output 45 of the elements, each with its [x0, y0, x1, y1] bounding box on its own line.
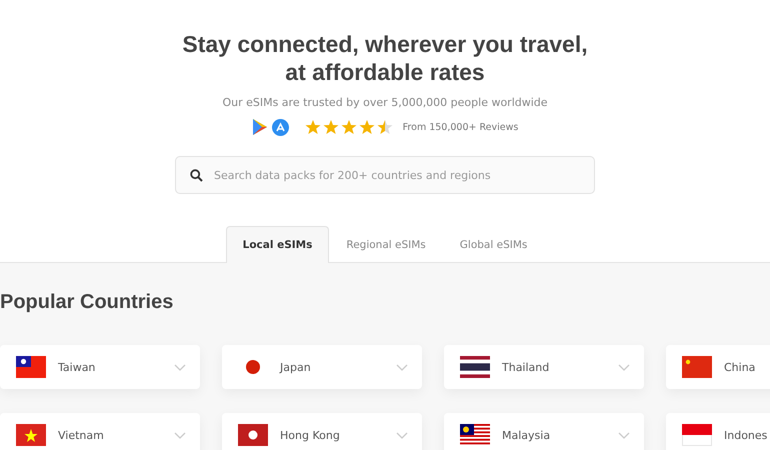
- flag-icon: [460, 424, 490, 446]
- hero-subtitle: Our eSIMs are trusted by over 5,000,000 people worldwide: [222, 96, 548, 109]
- star-icon: [322, 119, 339, 135]
- flag-icon: [460, 356, 490, 378]
- country-name: Indones: [724, 428, 768, 442]
- country-name: Japan: [280, 360, 312, 374]
- reviews-count: From 150,000+ Reviews: [402, 122, 518, 132]
- tab[interactable]: Global eSIMs: [442, 226, 544, 263]
- star-icon: [340, 119, 357, 135]
- hero-title: Stay connected, wherever you travel, at affordable rates: [182, 30, 588, 86]
- country-card[interactable]: Japan: [222, 345, 422, 389]
- country-card[interactable]: China: [666, 345, 770, 389]
- chevron-down-icon: [618, 364, 630, 370]
- flag-icon: [16, 356, 46, 378]
- flag-icon: [682, 356, 712, 378]
- flag-icon: [238, 424, 268, 446]
- flag-icon: [682, 424, 712, 446]
- tab[interactable]: Regional eSIMs: [329, 226, 443, 263]
- country-card[interactable]: Hong Kong: [222, 413, 422, 450]
- country-name: Malaysia: [502, 428, 552, 442]
- country-name: Vietnam: [58, 428, 105, 442]
- chevron-down-icon: [396, 364, 408, 370]
- country-card[interactable]: Taiwan: [0, 345, 200, 389]
- section-title: Popular Countries: [0, 291, 174, 314]
- country-name: Taiwan: [58, 360, 96, 374]
- country-name: Hong Kong: [280, 428, 341, 442]
- country-card[interactable]: Thailand: [444, 345, 644, 389]
- star-icon: [358, 119, 375, 135]
- chevron-down-icon: [174, 432, 186, 438]
- flag-icon: [16, 424, 46, 446]
- chevron-down-icon: [396, 432, 408, 438]
- chevron-down-icon: [618, 432, 630, 438]
- country-name: China: [724, 360, 756, 374]
- play-store-icon[interactable]: [252, 118, 268, 136]
- tab[interactable]: Local eSIMs: [226, 226, 330, 263]
- country-card[interactable]: Vietnam: [0, 413, 200, 450]
- chevron-down-icon: [174, 364, 186, 370]
- search-field[interactable]: Search data packs for 200+ countries and regions: [175, 156, 595, 194]
- app-store-icon[interactable]: [272, 118, 289, 136]
- star-icon: [376, 119, 393, 135]
- star-icon: [304, 119, 321, 135]
- search-icon: [190, 169, 203, 182]
- country-card[interactable]: Indones: [666, 413, 770, 450]
- country-name: Thailand: [502, 360, 550, 374]
- country-card[interactable]: Malaysia: [444, 413, 644, 450]
